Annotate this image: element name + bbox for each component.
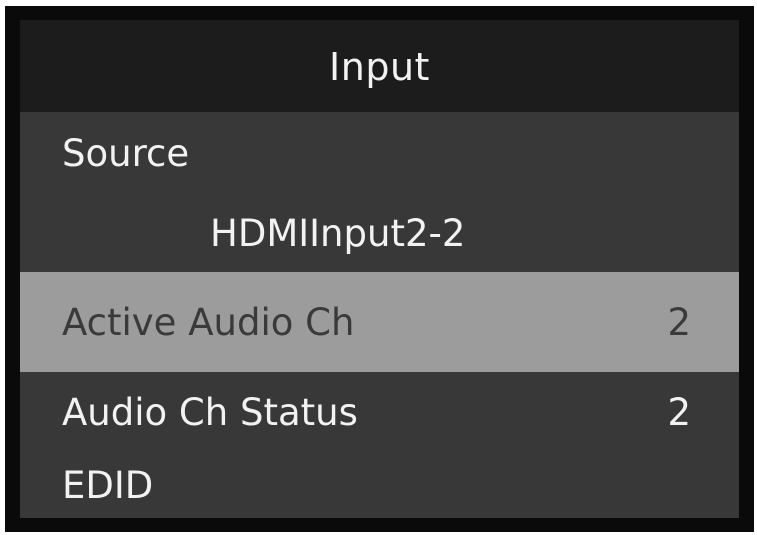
menu-item-value: 2	[667, 390, 691, 434]
menu-item-label: Active Audio Ch	[62, 300, 355, 344]
menu-item-audio-ch-status[interactable]: Audio Ch Status 2	[20, 372, 739, 452]
menu-item-value: 2	[667, 300, 691, 344]
menu-item-label: EDID	[62, 463, 154, 507]
menu-item-label: Source	[62, 131, 190, 175]
menu-title-bar: Input	[20, 20, 739, 112]
menu-title: Input	[329, 45, 430, 89]
source-value-text: HDMIInput2-2	[210, 211, 466, 255]
menu-item-edid[interactable]: EDID	[20, 452, 739, 518]
menu-item-active-audio-ch[interactable]: Active Audio Ch 2	[20, 272, 739, 372]
menu-item-source[interactable]: Source	[20, 112, 739, 194]
source-value: HDMIInput2-2	[20, 194, 739, 272]
osd-menu: Input Source HDMIInput2-2 Active Audio C…	[20, 20, 739, 518]
device-frame: Input Source HDMIInput2-2 Active Audio C…	[5, 6, 754, 532]
menu-item-label: Audio Ch Status	[62, 390, 358, 434]
